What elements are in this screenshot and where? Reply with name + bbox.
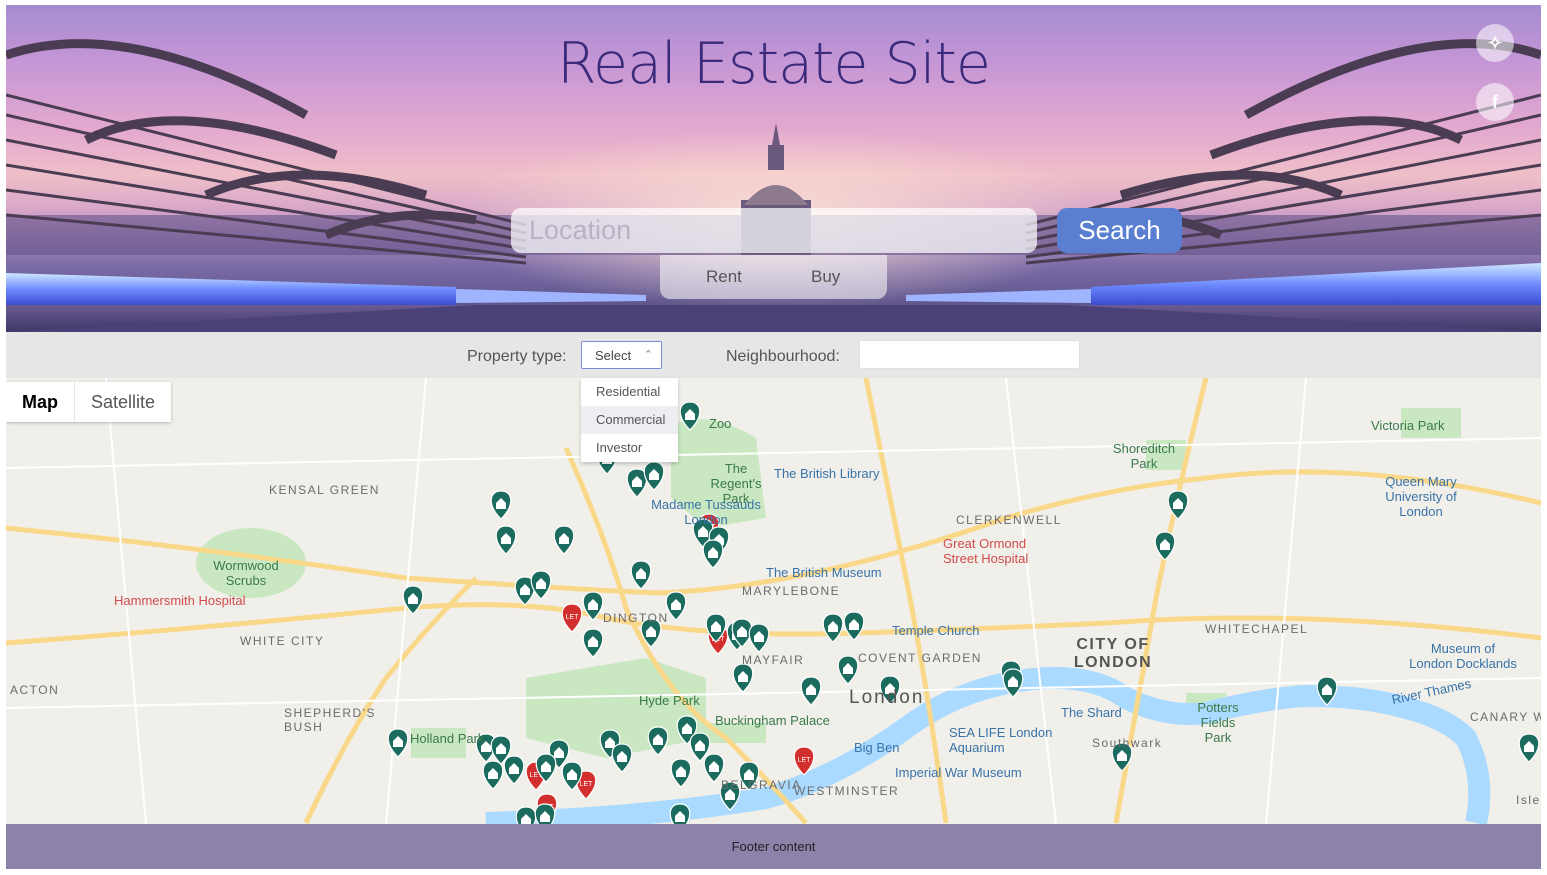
- map-label: SEA LIFE London Aquarium: [949, 725, 1053, 755]
- map-label: Imperial War Museum: [895, 765, 1022, 780]
- property-type-selected: Select: [595, 348, 632, 363]
- facebook-button[interactable]: f: [1476, 83, 1514, 121]
- house-marker[interactable]: [843, 611, 865, 641]
- map-label: The Shard: [1061, 705, 1122, 720]
- map-label: The British Museum: [766, 565, 882, 580]
- house-marker[interactable]: [1154, 531, 1176, 561]
- map-label: Hyde Park: [639, 693, 700, 708]
- house-marker[interactable]: [800, 676, 822, 706]
- map-label: Museum of London Docklands: [1409, 641, 1517, 671]
- map-label: Wormwood Scrubs: [213, 558, 279, 588]
- twitter-icon: ✧: [1487, 32, 1503, 53]
- map-label: Victoria Park: [1371, 418, 1445, 433]
- house-marker[interactable]: [490, 490, 512, 520]
- rent-option[interactable]: Rent: [706, 267, 742, 287]
- house-marker[interactable]: [702, 539, 724, 569]
- facebook-icon: f: [1492, 91, 1498, 112]
- map-label: DINGTON: [603, 611, 669, 625]
- house-marker[interactable]: [482, 760, 504, 790]
- neighbourhood-label: Neighbourhood:: [726, 348, 840, 365]
- map-label: Big Ben: [854, 740, 900, 755]
- map-label: Southwark: [1092, 736, 1163, 750]
- let-label: LET: [798, 757, 812, 764]
- rent-buy-toggle: Rent Buy: [660, 255, 887, 299]
- twitter-button[interactable]: ✧: [1476, 24, 1514, 62]
- map-label: COVENT GARDEN: [858, 651, 982, 665]
- house-marker[interactable]: [553, 525, 575, 555]
- map-label: MARYLEBONE: [742, 584, 841, 598]
- map-label: Holland Park: [410, 731, 485, 746]
- option-commercial[interactable]: Commercial: [581, 406, 678, 434]
- house-marker[interactable]: [495, 525, 517, 555]
- map-label: Potters Fields Park: [1197, 700, 1239, 745]
- map-label: CLERKENWELL: [956, 513, 1062, 527]
- house-marker[interactable]: [647, 726, 669, 756]
- site-title: Real Estate Site: [557, 31, 991, 97]
- map-label: MAYFAIR: [742, 653, 805, 667]
- house-marker[interactable]: [822, 613, 844, 643]
- search-button[interactable]: Search: [1057, 208, 1182, 253]
- map-label: The British Library: [774, 466, 880, 481]
- map-label: Hammersmith Hospital: [114, 593, 246, 608]
- house-marker[interactable]: [630, 560, 652, 590]
- house-marker[interactable]: [582, 628, 604, 658]
- option-investor[interactable]: Investor: [581, 434, 678, 462]
- house-marker[interactable]: [837, 655, 859, 685]
- map-label: Madame Tussauds London: [651, 497, 761, 527]
- house-marker[interactable]: [1518, 733, 1540, 763]
- location-input[interactable]: [511, 208, 1037, 253]
- house-marker[interactable]: [732, 663, 754, 693]
- house-marker[interactable]: [530, 570, 552, 600]
- map-tab[interactable]: Map: [6, 382, 75, 422]
- map-label: ACTON: [10, 683, 60, 697]
- page-frame: Real Estate Site ✧ f Search Rent Buy Pro…: [6, 5, 1541, 869]
- property-map[interactable]: LETLETLETLETLETLETLET Map Satellite KENS…: [6, 378, 1541, 824]
- map-label: Buckingham Palace: [715, 713, 830, 728]
- house-marker[interactable]: [665, 591, 687, 621]
- map-label: SHEPHERD'S BUSH: [284, 706, 376, 734]
- map-label: Isle: [1516, 793, 1541, 807]
- house-marker[interactable]: [670, 758, 692, 788]
- option-residential[interactable]: Residential: [581, 378, 678, 406]
- house-marker[interactable]: [503, 755, 525, 785]
- filter-bar: Property type: Select ⌃ Neighbourhood:: [6, 332, 1541, 378]
- map-label: Shoreditch Park: [1112, 441, 1176, 471]
- house-marker[interactable]: [534, 803, 556, 824]
- map-label: Temple Church: [892, 623, 980, 638]
- house-marker[interactable]: [515, 806, 537, 824]
- map-label: CANARY WHAR: [1470, 710, 1541, 724]
- map-label: KENSAL GREEN: [269, 483, 380, 497]
- map-type-control: Map Satellite: [6, 382, 172, 422]
- house-marker[interactable]: [669, 803, 691, 824]
- map-label: WHITE CITY: [240, 634, 325, 648]
- satellite-tab[interactable]: Satellite: [75, 382, 171, 422]
- buy-option[interactable]: Buy: [811, 267, 840, 287]
- neighbourhood-input[interactable]: [859, 340, 1080, 369]
- hero-banner: Real Estate Site ✧ f Search Rent Buy: [6, 5, 1541, 332]
- map-label: London: [849, 687, 925, 708]
- map-label: BELGRAVIA: [721, 778, 802, 792]
- map-label: WESTMINSTER: [794, 784, 900, 798]
- property-type-dropdown: Residential Commercial Investor: [581, 378, 678, 462]
- map-label: WHITECHAPEL: [1205, 622, 1309, 636]
- map-label: Queen Mary University of London: [1385, 474, 1457, 519]
- house-marker[interactable]: [643, 461, 665, 491]
- footer: Footer content: [6, 824, 1541, 869]
- let-label: LET: [566, 614, 580, 621]
- house-marker[interactable]: [611, 743, 633, 773]
- house-marker[interactable]: [387, 728, 409, 758]
- map-label: CITY OF LONDON: [1073, 636, 1153, 671]
- property-type-select[interactable]: Select ⌃: [581, 341, 662, 369]
- chevron-up-icon: ⌃: [643, 349, 653, 361]
- location-search-box: [511, 208, 1037, 253]
- let-marker[interactable]: LET: [561, 603, 583, 633]
- house-marker[interactable]: [748, 623, 770, 653]
- map-label: Great Ormond Street Hospital: [943, 536, 1029, 566]
- property-type-label: Property type:: [467, 348, 567, 365]
- map-label: Zoo: [709, 416, 732, 431]
- let-label: LET: [580, 781, 594, 788]
